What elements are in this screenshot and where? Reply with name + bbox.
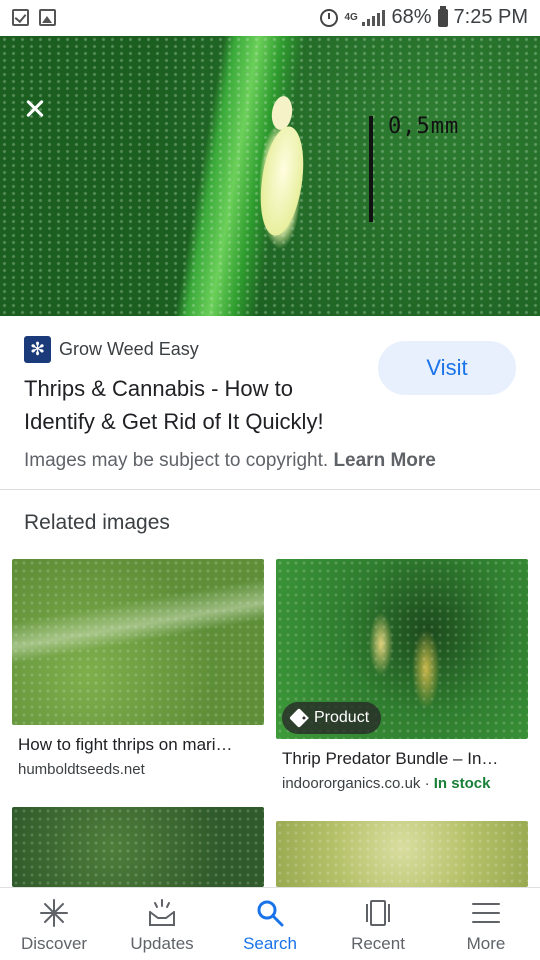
related-image-2[interactable]: Product bbox=[276, 559, 528, 739]
search-icon bbox=[257, 900, 284, 927]
signal-icon bbox=[362, 9, 386, 26]
menu-icon bbox=[472, 903, 500, 923]
related-images-heading: Related images bbox=[24, 511, 170, 534]
hero-image[interactable]: 0,5mm bbox=[0, 36, 540, 316]
inbox-updates-icon bbox=[149, 899, 175, 926]
network-type-icon: 4G bbox=[344, 12, 358, 23]
in-stock-label: In stock bbox=[433, 775, 491, 792]
nav-more[interactable]: More bbox=[432, 888, 540, 960]
battery-icon bbox=[437, 5, 448, 27]
clock: 7:25 PM bbox=[453, 6, 528, 28]
notification-icons bbox=[12, 9, 56, 26]
related-card-title[interactable]: How to fight thrips on mari… bbox=[18, 735, 262, 755]
related-image-3[interactable] bbox=[12, 807, 264, 887]
status-right: 4G 68% 7:25 PM bbox=[320, 5, 528, 29]
related-card-domain: indoororganics.co.uk · In stock bbox=[282, 775, 490, 792]
related-card-title[interactable]: Thrip Predator Bundle – In… bbox=[282, 749, 526, 769]
nav-label: Updates bbox=[130, 934, 194, 953]
related-card-3[interactable] bbox=[12, 807, 264, 887]
gallery-notification-icon bbox=[39, 9, 56, 26]
status-bar: 4G 68% 7:25 PM bbox=[0, 0, 540, 36]
nav-label: More bbox=[466, 934, 506, 953]
result-title[interactable]: Thrips & Cannabis - How to Identify & Ge… bbox=[24, 372, 364, 438]
recent-tabs-icon bbox=[366, 900, 390, 926]
source-info[interactable]: ✻ Grow Weed Easy bbox=[24, 336, 199, 363]
product-badge: Product bbox=[282, 702, 382, 734]
checkbox-notification-icon bbox=[12, 9, 29, 26]
nav-recent[interactable]: Recent bbox=[324, 888, 432, 960]
related-card-4[interactable] bbox=[276, 821, 528, 887]
copyright-notice: Images may be subject to copyright. Lear… bbox=[24, 450, 436, 472]
source-name: Grow Weed Easy bbox=[59, 339, 199, 359]
product-badge-label: Product bbox=[314, 709, 370, 726]
learn-more-link[interactable]: Learn More bbox=[333, 450, 435, 471]
nav-search[interactable]: Search bbox=[216, 888, 324, 960]
related-image-1[interactable] bbox=[12, 559, 264, 725]
nav-updates[interactable]: Updates bbox=[108, 888, 216, 960]
nav-label: Recent bbox=[351, 934, 405, 953]
related-card-domain-text: indoororganics.co.uk · bbox=[282, 775, 430, 792]
close-icon[interactable] bbox=[18, 92, 52, 126]
nav-label: Discover bbox=[20, 934, 88, 953]
alarm-icon bbox=[320, 8, 339, 27]
related-card-domain: humboldtseeds.net bbox=[18, 761, 145, 778]
tag-icon bbox=[289, 708, 309, 728]
visit-button[interactable]: Visit bbox=[378, 341, 516, 395]
related-card-1[interactable]: How to fight thrips on mari… humboldtsee… bbox=[12, 559, 264, 784]
nav-discover[interactable]: Discover bbox=[0, 888, 108, 960]
related-image-4[interactable] bbox=[276, 821, 528, 887]
battery-percent: 68% bbox=[391, 6, 432, 28]
copyright-text: Images may be subject to copyright. bbox=[24, 450, 329, 471]
divider bbox=[0, 489, 540, 490]
scale-bar bbox=[369, 116, 373, 222]
nav-label: Search bbox=[243, 934, 297, 953]
related-card-2[interactable]: Product Thrip Predator Bundle – In… indo… bbox=[276, 559, 528, 799]
bottom-navigation: Discover Updates Search Recent More bbox=[0, 887, 540, 960]
scale-label: 0,5mm bbox=[388, 114, 460, 139]
asterisk-icon bbox=[40, 899, 68, 927]
cannabis-leaf-icon: ✻ bbox=[24, 336, 51, 363]
